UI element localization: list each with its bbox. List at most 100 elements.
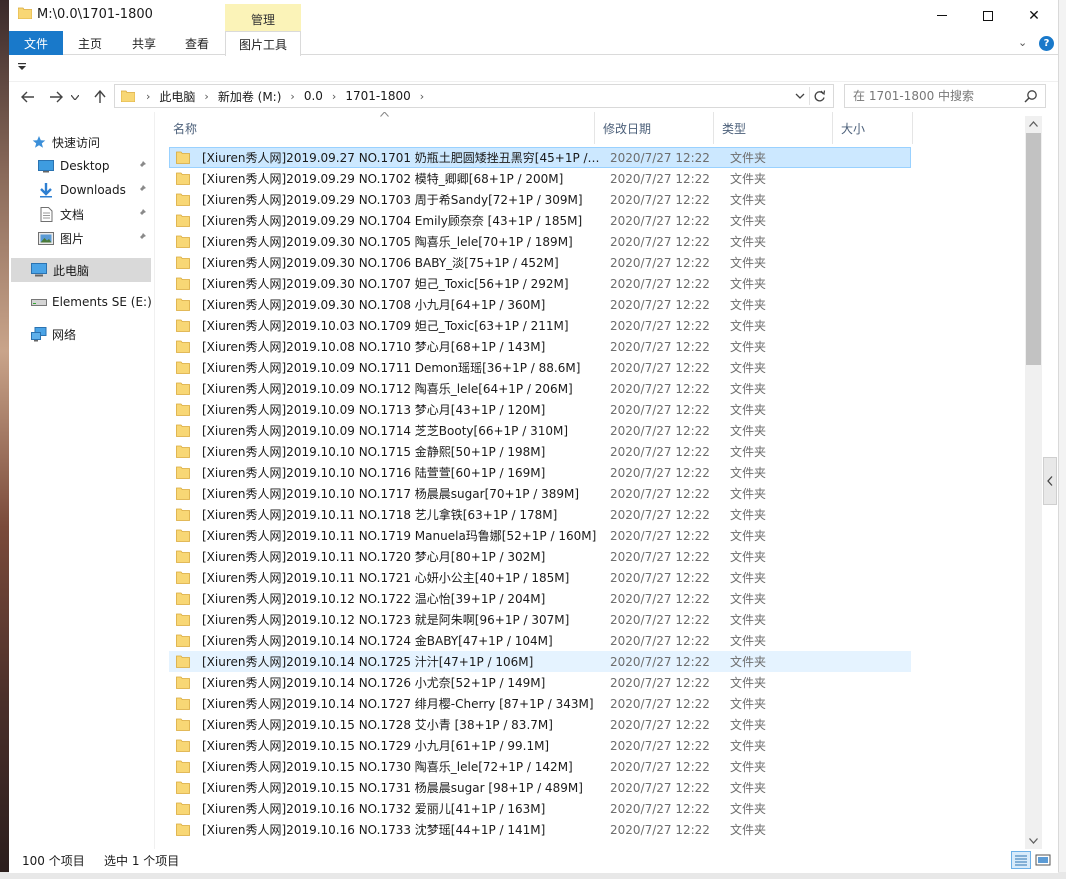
column-header-date[interactable]: 修改日期 (595, 112, 714, 144)
column-header-type[interactable]: 类型 (714, 112, 833, 144)
column-header-size[interactable]: 大小 (833, 112, 913, 144)
folder-icon (176, 529, 190, 542)
tab-view[interactable]: 查看 (172, 31, 222, 55)
search-icon[interactable] (1024, 89, 1038, 103)
file-row[interactable]: [Xiuren秀人网]2019.10.09 NO.1711 Demon瑶瑶[36… (169, 357, 911, 378)
large-icons-view-button[interactable] (1033, 851, 1053, 869)
address-history-chevron-icon[interactable] (795, 89, 805, 103)
file-row[interactable]: [Xiuren秀人网]2019.10.09 NO.1712 陶喜乐_lele[6… (169, 378, 911, 399)
tab-picture-tools[interactable]: 图片工具 (225, 31, 301, 56)
preview-pane-toggle[interactable] (1043, 457, 1057, 505)
file-modified-date: 2020/7/27 12:22 (610, 570, 710, 585)
breadcrumb-separator[interactable]: › (201, 90, 211, 103)
file-row[interactable]: [Xiuren秀人网]2019.09.30 NO.1707 妲己_Toxic[5… (169, 273, 911, 294)
file-row[interactable]: [Xiuren秀人网]2019.10.14 NO.1727 绯月樱-Cherry… (169, 693, 911, 714)
file-row[interactable]: [Xiuren秀人网]2019.10.10 NO.1715 金静熙[50+1P … (169, 441, 911, 462)
file-row[interactable]: [Xiuren秀人网]2019.10.15 NO.1728 艾小青 [38+1P… (169, 714, 911, 735)
refresh-button[interactable] (809, 87, 829, 105)
scroll-up-button[interactable] (1025, 116, 1042, 132)
nav-documents[interactable]: 文档 (9, 202, 155, 226)
breadcrumb-this-pc[interactable]: 此电脑 (153, 88, 201, 105)
forward-button[interactable] (45, 87, 67, 107)
nav-this-pc[interactable]: 此电脑 (11, 258, 151, 282)
file-row[interactable]: [Xiuren秀人网]2019.10.16 NO.1733 沈梦瑶[44+1P … (169, 819, 911, 840)
column-header-name[interactable]: 名称 (163, 112, 595, 144)
file-row[interactable]: [Xiuren秀人网]2019.10.12 NO.1722 温心怡[39+1P … (169, 588, 911, 609)
breadcrumb-folder-0-0[interactable]: 0.0 (298, 89, 329, 103)
breadcrumb-separator[interactable]: › (287, 90, 297, 103)
breadcrumb-current-folder[interactable]: 1701-1800 (339, 89, 416, 103)
file-modified-date: 2020/7/27 12:22 (610, 507, 710, 522)
file-row[interactable]: [Xiuren秀人网]2019.10.10 NO.1717 杨晨晨sugar[7… (169, 483, 911, 504)
file-row[interactable]: [Xiuren秀人网]2019.10.16 NO.1732 爱丽儿[41+1P … (169, 798, 911, 819)
help-icon[interactable]: ? (1039, 36, 1054, 51)
vertical-scrollbar[interactable] (1025, 116, 1042, 849)
search-input[interactable] (845, 85, 1015, 107)
file-row[interactable]: [Xiuren秀人网]2019.10.15 NO.1731 杨晨晨sugar [… (169, 777, 911, 798)
file-row[interactable]: [Xiuren秀人网]2019.10.14 NO.1726 小尤奈[52+1P … (169, 672, 911, 693)
up-button[interactable] (89, 87, 111, 107)
selected-count: 选中 1 个项目 (104, 854, 180, 868)
scroll-down-button[interactable] (1025, 833, 1042, 849)
details-view-button[interactable] (1011, 851, 1031, 869)
file-row[interactable]: [Xiuren秀人网]2019.10.08 NO.1710 梦心月[68+1P … (169, 336, 911, 357)
tab-share[interactable]: 共享 (119, 31, 169, 55)
ribbon-expand-chevron-icon[interactable]: ⌄ (1018, 36, 1027, 49)
breadcrumb-separator[interactable]: › (417, 90, 427, 103)
tab-file[interactable]: 文件 (9, 31, 63, 55)
nav-pictures[interactable]: 图片 (9, 226, 155, 250)
file-row[interactable]: [Xiuren秀人网]2019.09.29 NO.1702 模特_卿卿[68+1… (169, 168, 911, 189)
file-row[interactable]: [Xiuren秀人网]2019.10.15 NO.1730 陶喜乐_lele[7… (169, 756, 911, 777)
nav-downloads[interactable]: Downloads (9, 178, 155, 202)
scroll-thumb[interactable] (1026, 133, 1041, 365)
nav-desktop[interactable]: Desktop (9, 154, 155, 178)
back-button[interactable] (17, 87, 39, 107)
folder-icon (176, 592, 190, 605)
file-row[interactable]: [Xiuren秀人网]2019.10.10 NO.1716 陆萱萱[60+1P … (169, 462, 911, 483)
file-row[interactable]: [Xiuren秀人网]2019.09.30 NO.1706 BABY_淡[75+… (169, 252, 911, 273)
file-row[interactable]: [Xiuren秀人网]2019.10.11 NO.1719 Manuela玛鲁娜… (169, 525, 911, 546)
file-row[interactable]: [Xiuren秀人网]2019.09.27 NO.1701 奶瓶土肥圆矮挫丑黑穷… (169, 147, 911, 168)
nav-network[interactable]: 网络 (9, 322, 155, 346)
file-row[interactable]: [Xiuren秀人网]2019.10.09 NO.1714 芝芝Booty[66… (169, 420, 911, 441)
address-bar[interactable]: › 此电脑 › 新加卷 (M:) › 0.0 › 1701-1800 › (114, 84, 834, 108)
file-row[interactable]: [Xiuren秀人网]2019.10.11 NO.1721 心妍小公主[40+1… (169, 567, 911, 588)
customize-toolbar-icon[interactable] (17, 63, 27, 71)
file-row[interactable]: [Xiuren秀人网]2019.10.03 NO.1709 妲己_Toxic[6… (169, 315, 911, 336)
file-row[interactable]: [Xiuren秀人网]2019.10.11 NO.1718 艺儿拿铁[63+1P… (169, 504, 911, 525)
file-type: 文件夹 (730, 529, 767, 543)
folder-icon (176, 361, 190, 374)
folder-icon (176, 739, 190, 752)
file-modified-date: 2020/7/27 12:22 (610, 234, 710, 249)
file-type: 文件夹 (730, 550, 767, 564)
recent-locations-button[interactable] (69, 87, 81, 107)
title-bar[interactable]: M:\0.0\1701-1800 ✕ (9, 0, 1058, 31)
minimize-button[interactable] (919, 0, 965, 31)
tab-home[interactable]: 主页 (65, 31, 115, 55)
folder-icon (176, 319, 190, 332)
column-header-row: 名称 修改日期 类型 大小 (155, 112, 1040, 144)
file-row[interactable]: [Xiuren秀人网]2019.10.12 NO.1723 就是阿朱啊[96+1… (169, 609, 911, 630)
folder-icon (176, 508, 190, 521)
file-row[interactable]: [Xiuren秀人网]2019.09.30 NO.1708 小九月[64+1P … (169, 294, 911, 315)
file-row[interactable]: [Xiuren秀人网]2019.10.14 NO.1725 汁汁[47+1P /… (169, 651, 911, 672)
close-button[interactable]: ✕ (1011, 0, 1057, 31)
file-row[interactable]: [Xiuren秀人网]2019.10.09 NO.1713 梦心月[43+1P … (169, 399, 911, 420)
nav-item-label: 此电脑 (53, 263, 90, 278)
file-type: 文件夹 (730, 718, 767, 732)
file-row[interactable]: [Xiuren秀人网]2019.10.15 NO.1729 小九月[61+1P … (169, 735, 911, 756)
breadcrumb-drive[interactable]: 新加卷 (M:) (212, 88, 288, 105)
breadcrumb-separator[interactable]: › (143, 90, 153, 103)
file-row[interactable]: [Xiuren秀人网]2019.09.29 NO.1703 周于希Sandy[7… (169, 189, 911, 210)
breadcrumb-separator[interactable]: › (329, 90, 339, 103)
file-explorer-window: M:\0.0\1701-1800 ✕ 管理 文件 主页 共享 查看 图片工具 ⌄… (9, 0, 1058, 873)
file-row[interactable]: [Xiuren秀人网]2019.10.14 NO.1724 金BABY[47+1… (169, 630, 911, 651)
nav-elements-drive[interactable]: Elements SE (E:) (9, 290, 155, 314)
refresh-icon (814, 89, 826, 101)
maximize-button[interactable] (965, 0, 1011, 31)
file-row[interactable]: [Xiuren秀人网]2019.09.29 NO.1704 Emily顾奈奈 [… (169, 210, 911, 231)
search-box[interactable] (844, 84, 1046, 108)
nav-quick-access[interactable]: 快速访问 (9, 130, 155, 154)
file-row[interactable]: [Xiuren秀人网]2019.09.30 NO.1705 陶喜乐_lele[7… (169, 231, 911, 252)
file-row[interactable]: [Xiuren秀人网]2019.10.11 NO.1720 梦心月[80+1P … (169, 546, 911, 567)
